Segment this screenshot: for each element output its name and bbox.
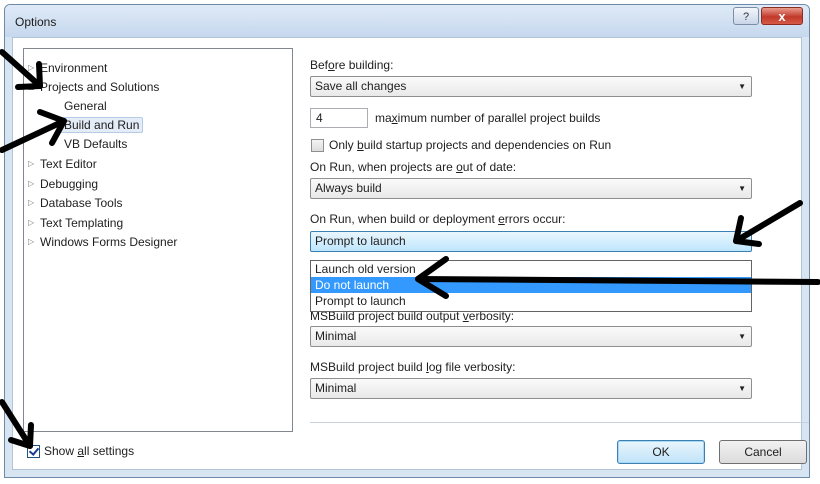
expand-arrow-icon[interactable]: ▷ (28, 233, 40, 251)
log-verbosity-label: MSBuild project build log file verbosity… (310, 360, 516, 374)
dropdown-option-prompt-to-launch[interactable]: Prompt to launch (311, 293, 751, 309)
parallel-builds-label: maximum number of parallel project build… (375, 111, 601, 125)
only-build-startup-checkbox[interactable] (311, 139, 324, 152)
help-button[interactable]: ? (733, 7, 759, 25)
dialog-title: Options (15, 15, 57, 29)
tree-node-debugging[interactable]: ▷ Debugging (28, 175, 98, 193)
tree-node-vb-defaults[interactable]: VB Defaults (64, 135, 127, 153)
parallel-builds-input[interactable]: 4 (310, 108, 368, 128)
dropdown-arrow-icon: ▼ (738, 384, 746, 393)
cancel-button[interactable]: Cancel (719, 440, 807, 464)
output-verbosity-select[interactable]: Minimal ▼ (310, 326, 752, 347)
footer-separator (310, 422, 809, 423)
dropdown-option-do-not-launch[interactable]: Do not launch (311, 277, 751, 293)
only-build-startup-label: Only build startup projects and dependen… (329, 138, 612, 152)
expand-arrow-icon[interactable]: ▷ (28, 59, 40, 77)
log-verbosity-select[interactable]: Minimal ▼ (310, 378, 752, 399)
show-all-settings-label: Show all settings (44, 444, 135, 458)
out-of-date-label: On Run, when projects are out of date: (310, 160, 517, 174)
show-all-settings-checkbox[interactable] (27, 445, 40, 458)
ok-button[interactable]: OK (617, 440, 705, 464)
dropdown-option-launch-old-version[interactable]: Launch old version (311, 261, 751, 277)
before-building-label: Before building: (310, 58, 394, 72)
options-tree: ▷ Environment ◢ Projects and Solutions Gen… (23, 48, 293, 432)
dropdown-arrow-icon: ▼ (738, 237, 746, 246)
tree-node-text-editor[interactable]: ▷ Text Editor (28, 155, 97, 173)
errors-select[interactable]: Prompt to launch ▼ (310, 231, 752, 252)
out-of-date-select[interactable]: Always build ▼ (310, 178, 752, 199)
collapse-arrow-icon[interactable]: ◢ (28, 78, 40, 96)
errors-dropdown-list: Launch old version Do not launch Prompt … (310, 260, 752, 312)
tree-node-windows-forms-designer[interactable]: ▷ Windows Forms Designer (28, 233, 177, 251)
tree-node-general[interactable]: General (64, 97, 107, 115)
expand-arrow-icon[interactable]: ▷ (28, 194, 40, 212)
errors-label: On Run, when build or deployment errors … (310, 212, 566, 226)
dialog-body: ▷ Environment ◢ Projects and Solutions Gen… (12, 37, 809, 470)
tree-node-environment[interactable]: ▷ Environment (28, 59, 107, 77)
tree-node-database-tools[interactable]: ▷ Database Tools (28, 194, 123, 212)
before-building-select[interactable]: Save all changes ▼ (310, 76, 752, 97)
tree-node-projects-and-solutions[interactable]: ◢ Projects and Solutions (28, 78, 159, 96)
expand-arrow-icon[interactable]: ▷ (28, 214, 40, 232)
close-button[interactable]: x (761, 7, 803, 25)
expand-arrow-icon[interactable]: ▷ (28, 155, 40, 173)
dropdown-arrow-icon: ▼ (738, 332, 746, 341)
tree-node-text-templating[interactable]: ▷ Text Templating (28, 214, 123, 232)
tree-node-build-and-run[interactable]: Build and Run (60, 116, 144, 134)
dropdown-arrow-icon: ▼ (738, 82, 746, 91)
options-dialog: Options ? x ▷ Environment ◢ Projects and S… (4, 4, 810, 478)
selected-node-label: Build and Run (60, 117, 144, 133)
title-bar[interactable]: Options ? x (5, 5, 809, 37)
dropdown-arrow-icon: ▼ (738, 184, 746, 193)
expand-arrow-icon[interactable]: ▷ (28, 175, 40, 193)
